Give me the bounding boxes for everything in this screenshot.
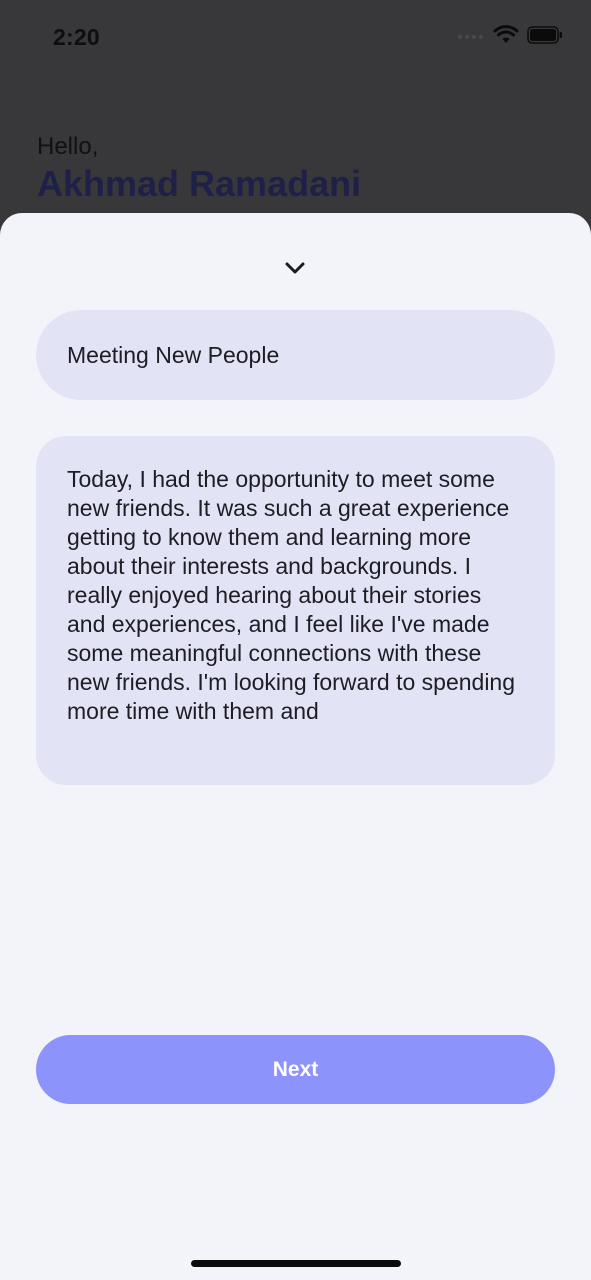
battery-icon [527,25,563,49]
greeting-text: Hello, [37,133,99,160]
home-indicator[interactable] [191,1260,401,1267]
status-time: 2:20 [53,24,100,50]
wifi-icon [493,24,519,50]
cellular-signal-icon [457,28,485,46]
status-icons [457,24,563,50]
bottom-sheet: Meeting New People Today, I had the oppo… [0,213,591,1280]
chevron-down-icon[interactable] [284,261,306,275]
user-name: Akhmad Ramadani [37,163,362,204]
next-button[interactable]: Next [36,1035,555,1104]
entry-body-field[interactable]: Today, I had the opportunity to meet som… [36,436,555,785]
status-bar: 2:20 [0,0,591,80]
entry-title-field[interactable]: Meeting New People [36,310,555,400]
greeting-block: Hello, Akhmad Ramadani [37,132,361,206]
